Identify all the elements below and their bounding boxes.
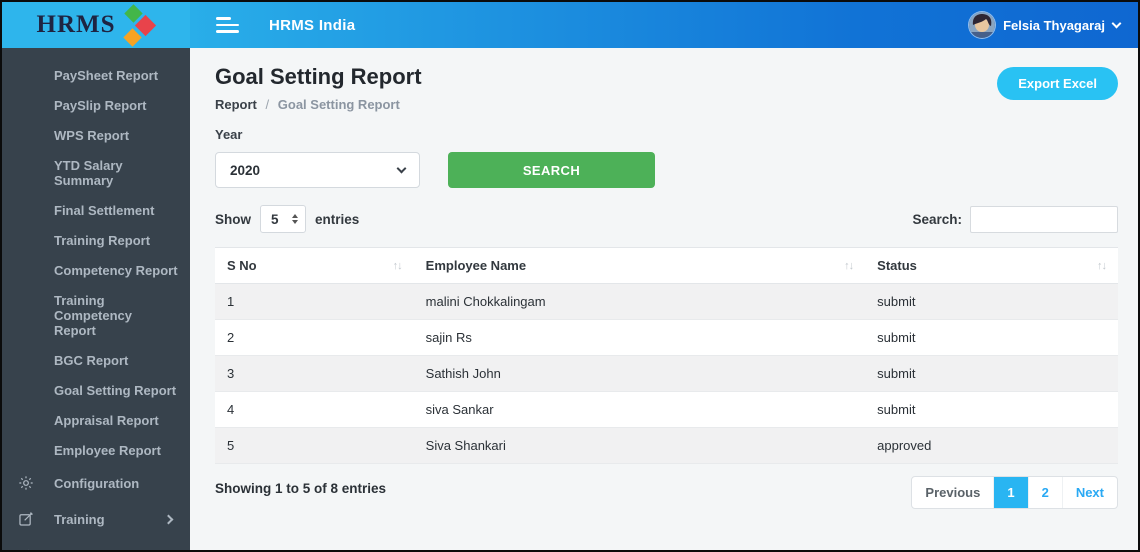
app-window: HRMS HRMS India Felsia Thyagaraj PayShee… bbox=[0, 0, 1140, 552]
top-header: HRMS HRMS India Felsia Thyagaraj bbox=[2, 2, 1138, 48]
cell-sno: 1 bbox=[215, 283, 414, 320]
cell-sno: 4 bbox=[215, 391, 414, 428]
pagination-next[interactable]: Next bbox=[1063, 477, 1117, 508]
search-button[interactable]: SEARCH bbox=[448, 152, 655, 188]
sort-icon: ↑↓ bbox=[844, 259, 854, 272]
sidebar-item-training-report[interactable]: Training Report bbox=[2, 225, 190, 255]
app-title: HRMS India bbox=[269, 16, 356, 34]
diamond-orange-icon bbox=[122, 28, 142, 47]
show-label: Show bbox=[215, 211, 251, 227]
year-select-value: 2020 bbox=[230, 162, 261, 178]
table-search-input[interactable] bbox=[970, 205, 1118, 233]
entries-value: 5 bbox=[271, 211, 279, 227]
gear-icon bbox=[16, 475, 36, 491]
user-avatar bbox=[969, 12, 996, 38]
user-name: Felsia Thyagaraj bbox=[1003, 17, 1105, 33]
column-header-status[interactable]: Status ↑↓ bbox=[865, 247, 1118, 284]
entries-stepper[interactable]: 5 bbox=[260, 205, 306, 233]
sidebar-item-goal-setting-report[interactable]: Goal Setting Report bbox=[2, 375, 190, 405]
sidebar-item-wps-report[interactable]: WPS Report bbox=[2, 120, 190, 150]
chevron-down-icon bbox=[396, 163, 407, 173]
user-menu[interactable]: Felsia Thyagaraj bbox=[969, 12, 1122, 38]
edit-icon bbox=[16, 511, 36, 527]
table-row: 1 malini Chokkalingam submit bbox=[215, 283, 1118, 320]
table-row: 5 Siva Shankari approved bbox=[215, 427, 1118, 464]
header-bar: HRMS India Felsia Thyagaraj bbox=[190, 2, 1138, 48]
logo-text: HRMS bbox=[36, 11, 116, 38]
brand-logo[interactable]: HRMS bbox=[2, 2, 190, 48]
table-row: 2 sajin Rs submit bbox=[215, 319, 1118, 356]
sidebar-item-label: Configuration bbox=[54, 475, 140, 491]
megaphone-icon bbox=[16, 547, 36, 550]
cell-sno: 2 bbox=[215, 319, 414, 356]
year-select[interactable]: 2020 bbox=[215, 152, 420, 188]
sidebar-item-training-competency-report[interactable]: Training Competency Report bbox=[2, 285, 152, 345]
cell-status: submit bbox=[865, 391, 1118, 428]
cell-sno: 5 bbox=[215, 427, 414, 464]
sort-icon: ↑↓ bbox=[1097, 259, 1107, 272]
chevron-right-icon bbox=[163, 514, 174, 524]
sidebar-item-final-settlement[interactable]: Final Settlement bbox=[2, 195, 190, 225]
table-search-label: Search: bbox=[912, 211, 962, 227]
stepper-arrows-icon bbox=[292, 214, 298, 224]
page-title: Goal Setting Report bbox=[215, 64, 422, 89]
sort-icon: ↑↓ bbox=[392, 259, 403, 272]
breadcrumb-parent[interactable]: Report bbox=[215, 97, 257, 112]
cell-status: submit bbox=[865, 355, 1118, 392]
chevron-down-icon bbox=[1111, 18, 1122, 28]
sidebar-item-ytd-salary-summary[interactable]: YTD Salary Summary bbox=[2, 150, 190, 195]
breadcrumb: Report / Goal Setting Report bbox=[215, 97, 422, 112]
cell-employee-name: malini Chokkalingam bbox=[413, 283, 866, 320]
sidebar-nav: PaySheet Report PaySlip Report WPS Repor… bbox=[2, 48, 190, 550]
sidebar-item-label: Appraisal bbox=[54, 548, 113, 551]
cell-employee-name: sajin Rs bbox=[413, 319, 866, 356]
pagination-previous[interactable]: Previous bbox=[912, 477, 995, 508]
year-label: Year bbox=[215, 127, 243, 142]
export-excel-button[interactable]: Export Excel bbox=[997, 67, 1118, 100]
cell-employee-name: Siva Shankari bbox=[413, 427, 866, 464]
pagination-page-1[interactable]: 1 bbox=[994, 477, 1029, 508]
logo-diamonds-icon bbox=[118, 4, 156, 47]
sidebar-item-appraisal[interactable]: Appraisal bbox=[2, 537, 190, 550]
cell-sno: 3 bbox=[215, 355, 414, 392]
cell-status: submit bbox=[865, 319, 1118, 356]
hamburger-menu-icon[interactable] bbox=[216, 17, 239, 33]
sidebar-item-training[interactable]: Training bbox=[2, 501, 190, 537]
pagination: Previous 1 2 Next bbox=[911, 476, 1118, 509]
cell-status: submit bbox=[865, 283, 1118, 320]
main-content: Goal Setting Report Report / Goal Settin… bbox=[190, 48, 1138, 550]
table-row: 3 Sathish John submit bbox=[215, 355, 1118, 392]
sidebar-item-employee-report[interactable]: Employee Report bbox=[2, 435, 190, 465]
sidebar-item-payslip-report[interactable]: PaySlip Report bbox=[2, 90, 190, 120]
entries-label: entries bbox=[315, 211, 360, 227]
sidebar-item-label: Training bbox=[54, 511, 105, 527]
cell-employee-name: Sathish John bbox=[413, 355, 866, 392]
pagination-page-2[interactable]: 2 bbox=[1029, 477, 1063, 508]
sidebar-item-competency-report[interactable]: Competency Report bbox=[2, 255, 190, 285]
breadcrumb-separator: / bbox=[265, 97, 270, 112]
report-table: S No ↑↓ Employee Name ↑↓ Status ↑↓ 1 mal… bbox=[215, 247, 1118, 464]
cell-employee-name: siva Sankar bbox=[413, 391, 866, 428]
sidebar-item-appraisal-report[interactable]: Appraisal Report bbox=[2, 405, 190, 435]
table-row: 4 siva Sankar submit bbox=[215, 391, 1118, 428]
column-header-employee-name[interactable]: Employee Name ↑↓ bbox=[413, 247, 866, 284]
sidebar-item-bgc-report[interactable]: BGC Report bbox=[2, 345, 190, 375]
sidebar-item-paysheet-report[interactable]: PaySheet Report bbox=[2, 60, 190, 90]
column-header-sno[interactable]: S No ↑↓ bbox=[215, 247, 414, 284]
entries-summary: Showing 1 to 5 of 8 entries bbox=[215, 481, 387, 496]
sidebar-item-configuration[interactable]: Configuration bbox=[2, 465, 190, 501]
cell-status: approved bbox=[865, 427, 1118, 464]
breadcrumb-current: Goal Setting Report bbox=[277, 97, 400, 112]
